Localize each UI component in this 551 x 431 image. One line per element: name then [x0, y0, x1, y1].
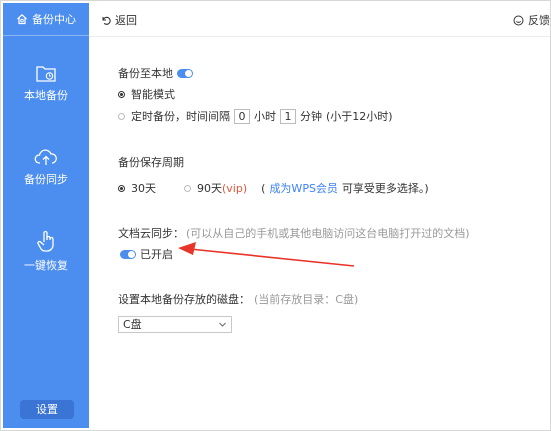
- sidebar-item-restore[interactable]: 一键恢复: [3, 229, 89, 273]
- backup-center-icon: [17, 13, 27, 25]
- sidebar-item-local-backup[interactable]: 本地备份: [3, 63, 89, 103]
- back-button[interactable]: 返回: [101, 12, 137, 28]
- hand-pointer-icon: [37, 230, 54, 252]
- local-backup-toggle[interactable]: [177, 68, 193, 78]
- smart-mode-label: 智能模式: [131, 88, 175, 101]
- scheduled-backup-option[interactable]: 定时备份，时间间隔 0 小时 1 分钟 (小于12小时): [118, 108, 393, 124]
- vip-tag: (vip): [222, 181, 248, 195]
- sidebar-header: 备份中心: [3, 3, 89, 36]
- disk-header: 设置本地备份存放的磁盘： (当前存放目录：C盘): [118, 291, 358, 307]
- sidebar-title: 备份中心: [32, 13, 76, 26]
- disk-select-value: C盘: [123, 318, 142, 331]
- become-wps-member-link[interactable]: 成为WPS会员: [269, 180, 338, 196]
- minutes-input[interactable]: 1: [280, 108, 296, 124]
- retention-note-open: (: [261, 181, 266, 195]
- smart-mode-option[interactable]: 智能模式: [118, 86, 175, 102]
- minutes-unit: 分钟: [300, 110, 322, 123]
- scheduled-backup-radio[interactable]: [118, 112, 125, 120]
- retention-90-label: 90天: [197, 182, 222, 195]
- scheduled-backup-label: 定时备份，时间间隔: [131, 110, 230, 123]
- disk-title: 设置本地备份存放的磁盘：: [118, 293, 250, 306]
- local-backup-header: 备份至本地: [118, 65, 193, 81]
- local-backup-title: 备份至本地: [118, 67, 173, 80]
- sidebar-item-label: 备份同步: [24, 173, 68, 186]
- retention-note: 可享受更多选择。): [341, 182, 429, 195]
- cloud-sync-status-label: 已开启: [140, 248, 173, 261]
- cloud-upload-icon: [34, 149, 57, 165]
- retention-30-radio[interactable]: [118, 184, 125, 192]
- feedback-button[interactable]: 反馈: [513, 12, 550, 28]
- top-bar: 返回 反馈: [89, 3, 550, 37]
- settings-button[interactable]: 设置: [20, 400, 74, 419]
- folder-clock-icon: [36, 66, 56, 82]
- hours-input[interactable]: 0: [234, 108, 250, 124]
- smart-mode-radio[interactable]: [118, 90, 125, 98]
- retention-30-label: 30天: [131, 182, 156, 195]
- retention-options: 30天 90天 (vip) ( 成为WPS会员 可享受更多选择。): [118, 180, 429, 196]
- back-icon: [102, 16, 111, 25]
- retention-90-radio[interactable]: [184, 184, 191, 192]
- chevron-down-icon: [219, 322, 226, 327]
- feedback-smile-icon: [513, 15, 524, 25]
- sidebar: 备份中心 本地备份 备份同步 一键恢复 设置: [3, 3, 89, 428]
- retention-title: 备份保存周期: [118, 156, 184, 169]
- sidebar-item-label: 一键恢复: [24, 259, 68, 272]
- hours-unit: 小时: [254, 110, 276, 123]
- back-label: 返回: [115, 14, 137, 27]
- disk-current-note: (当前存放目录：C盘): [254, 293, 359, 306]
- sidebar-item-backup-sync[interactable]: 备份同步: [3, 147, 89, 187]
- annotation-arrow: [178, 242, 355, 267]
- disk-select[interactable]: C盘: [118, 316, 232, 333]
- feedback-label: 反馈: [528, 14, 550, 27]
- interval-limit-note: (小于12小时): [326, 110, 393, 123]
- cloud-sync-toggle[interactable]: [120, 249, 136, 259]
- cloud-sync-status[interactable]: 已开启: [118, 246, 173, 262]
- sidebar-item-label: 本地备份: [24, 89, 68, 102]
